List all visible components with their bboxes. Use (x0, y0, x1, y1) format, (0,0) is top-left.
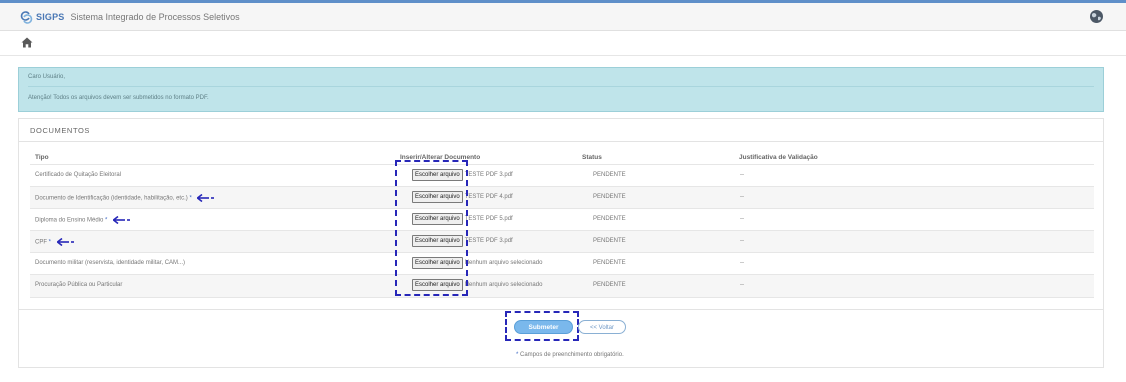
status-badge: PENDENTE (593, 282, 626, 288)
choose-file-button[interactable]: Escolher arquivo (412, 235, 463, 247)
column-header-status: Status (582, 154, 602, 161)
selected-file-name: Nenhum arquivo selecionado (464, 260, 543, 266)
table-row: Documento militar (reservista, identidad… (30, 252, 1094, 275)
globe-icon[interactable] (1089, 9, 1104, 24)
document-type: Documento de Identificação (identidade, … (35, 195, 188, 202)
document-type: Documento militar (reservista, identidad… (35, 260, 186, 266)
table-row: Procuração Pública ou Particular Escolhe… (30, 274, 1094, 298)
alert-greeting: Caro Usuário, (28, 74, 66, 80)
selected-file-name: TESTE PDF 4.pdf (464, 194, 513, 200)
required-marker: * (105, 217, 108, 224)
document-type: Diploma do Ensino Médio (35, 217, 104, 224)
required-marker: * (48, 239, 52, 246)
home-icon[interactable] (21, 37, 33, 48)
panel-title: DOCUMENTOS (30, 126, 91, 135)
choose-file-button[interactable]: Escolher arquivo (412, 279, 463, 291)
document-type: Procuração Pública ou Particular (35, 282, 123, 288)
back-button[interactable]: << Voltar (578, 320, 626, 334)
required-fields-text: Campos de preenchimento obrigatório. (518, 352, 624, 358)
choose-file-button[interactable]: Escolher arquivo (412, 213, 463, 225)
validation-justification: -- (740, 194, 744, 200)
sigps-logo-icon (20, 10, 33, 24)
status-badge: PENDENTE (593, 216, 626, 222)
validation-justification: -- (740, 282, 744, 288)
table-row: Diploma do Ensino Médio * Escolher arqui… (30, 208, 1094, 231)
validation-justification: -- (740, 172, 744, 178)
panel-footer-divider (19, 309, 1103, 310)
alert-message: Atenção! Todos os arquivos devem ser sub… (28, 95, 209, 101)
validation-justification: -- (740, 238, 744, 244)
selected-file-name: TESTE PDF 5.pdf (464, 216, 513, 222)
document-type: Certificado de Quitação Eleitoral (35, 172, 122, 178)
brand-name: SIGPS (36, 12, 65, 22)
required-marker: * (189, 195, 192, 202)
status-badge: PENDENTE (593, 172, 626, 178)
choose-file-button[interactable]: Escolher arquivo (412, 191, 463, 203)
panel-divider (19, 141, 1103, 142)
validation-justification: -- (740, 260, 744, 266)
navbar: SIGPS Sistema Integrado de Processos Sel… (0, 3, 1126, 31)
document-type: CPF (35, 239, 47, 246)
table-row: Documento de Identificação (identidade, … (30, 186, 1094, 209)
required-fields-note: * Campos de preenchimento obrigatório. (516, 352, 624, 358)
arrow-left-icon (56, 238, 74, 246)
table-row: Certificado de Quitação Eleitoral Escolh… (30, 164, 1094, 187)
selected-file-name: TESTE PDF 3.pdf (464, 238, 513, 244)
status-badge: PENDENTE (593, 194, 626, 200)
choose-file-button[interactable]: Escolher arquivo (412, 169, 463, 181)
submit-button[interactable]: Submeter (514, 320, 573, 334)
arrow-left-icon (197, 194, 215, 202)
column-header-justificativa: Justificativa de Validação (739, 154, 818, 161)
column-header-tipo: Tipo (35, 154, 49, 161)
selected-file-name: Nenhum arquivo selecionado (464, 282, 543, 288)
validation-justification: -- (740, 216, 744, 222)
status-badge: PENDENTE (593, 238, 626, 244)
status-badge: PENDENTE (593, 260, 626, 266)
arrow-left-icon (113, 216, 131, 224)
breadcrumb-bar (0, 31, 1126, 56)
app-logo[interactable]: SIGPS Sistema Integrado de Processos Sel… (20, 8, 240, 26)
table-row: CPF * Escolher arquivo TESTE PDF 3.pdf P… (30, 230, 1094, 253)
choose-file-button[interactable]: Escolher arquivo (412, 257, 463, 269)
system-name: Sistema Integrado de Processos Seletivos (70, 12, 240, 22)
column-header-file: Inserir/Alterar Documento (400, 154, 481, 161)
selected-file-name: TESTE PDF 3.pdf (464, 172, 513, 178)
info-alert: Caro Usuário, Atenção! Todos os arquivos… (18, 67, 1104, 112)
alert-divider (28, 86, 1094, 87)
